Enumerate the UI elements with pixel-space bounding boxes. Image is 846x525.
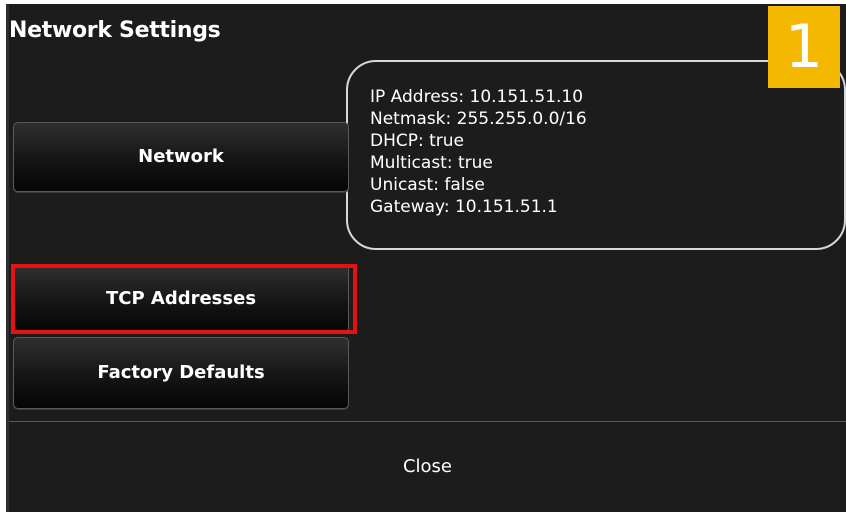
dhcp-text: DHCP: true [370,131,465,151]
gateway-text: Gateway: 10.151.51.1 [370,197,558,217]
factory-defaults-button[interactable]: Factory Defaults [13,337,349,409]
network-settings-dialog: Network Settings IP Address: 10.151.51.1… [6,4,846,512]
dialog-title: Network Settings [9,18,221,43]
netmask-text: Netmask: 255.255.0.0/16 [370,109,587,129]
network-info-panel: IP Address: 10.151.51.10 Netmask: 255.25… [346,60,846,250]
ip-address-text: IP Address: 10.151.51.10 [370,87,584,107]
tcp-addresses-button[interactable]: TCP Addresses [13,265,349,333]
close-button[interactable]: Close [9,422,846,512]
network-button[interactable]: Network [13,122,349,192]
multicast-text: Multicast: true [370,153,493,173]
unicast-text: Unicast: false [370,175,485,195]
step-number-badge: 1 [768,6,840,88]
